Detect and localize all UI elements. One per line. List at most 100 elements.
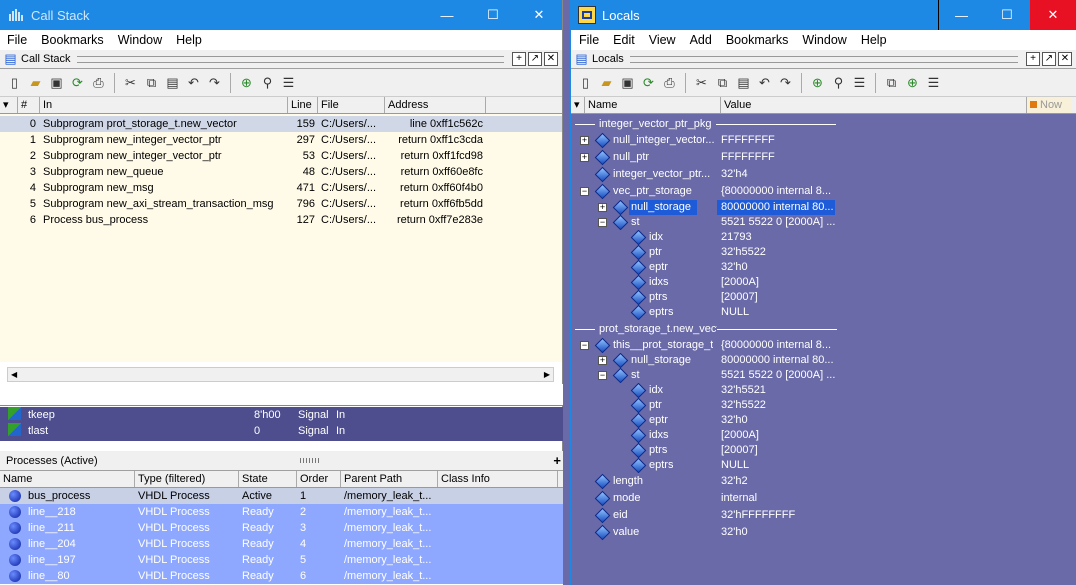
table-row[interactable]: 6 Process bus_process 127 C:/Users/... r…	[0, 212, 562, 228]
col-state[interactable]: State	[239, 471, 297, 487]
menu-add[interactable]: Add	[683, 33, 719, 47]
sort-arrow-icon[interactable]: ▾	[0, 97, 18, 113]
tree-section[interactable]: prot_storage_t.new_vect	[571, 321, 1076, 337]
dock-icon[interactable]: +	[1026, 52, 1040, 66]
panel-close-icon[interactable]: ✕	[544, 52, 558, 66]
undo-icon[interactable]: ↶	[185, 74, 203, 92]
tree-item[interactable]: + null_ptr FFFFFFFF	[571, 149, 1076, 166]
paste-icon[interactable]: ▤	[164, 74, 182, 92]
find-icon[interactable]: ⚲	[259, 74, 277, 92]
scroll-right-icon[interactable]: ▶	[541, 370, 553, 379]
tree-section[interactable]: integer_vector_ptr_pkg	[571, 116, 1076, 132]
save-icon[interactable]: ▣	[619, 74, 637, 92]
sort-arrow-icon[interactable]: ▾	[571, 97, 585, 113]
expand-icon[interactable]: +	[580, 153, 593, 162]
add-icon[interactable]: ⊕	[809, 74, 827, 92]
menu-file[interactable]: File	[0, 33, 34, 47]
close-button[interactable]: ✕	[516, 0, 562, 30]
redo-icon[interactable]: ↷	[206, 74, 224, 92]
add-item-icon[interactable]: ⊕	[904, 74, 922, 92]
table-row[interactable]: 1 Subprogram new_integer_vector_ptr 297 …	[0, 132, 562, 148]
menu-bookmarks[interactable]: Bookmarks	[719, 33, 796, 47]
tree-item[interactable]: eptr 32'h0	[571, 260, 1076, 275]
panel-grip[interactable]	[629, 55, 1018, 63]
table-row[interactable]: line__204 VHDL Process Ready 4 /memory_l…	[0, 536, 563, 552]
col-order[interactable]: Order	[297, 471, 341, 487]
open-folder-icon[interactable]: ▰	[598, 74, 616, 92]
save-icon[interactable]: ▣	[48, 74, 66, 92]
tree-item[interactable]: idx 21793	[571, 230, 1076, 245]
expand-icon[interactable]: +	[598, 356, 611, 365]
table-row[interactable]: line__211 VHDL Process Ready 3 /memory_l…	[0, 520, 563, 536]
minimize-button[interactable]: —	[424, 0, 470, 30]
collapse-icon[interactable]: −	[580, 340, 593, 350]
add-icon[interactable]: ⊕	[238, 74, 256, 92]
locals-titlebar[interactable]: Locals — ☐ ✕	[571, 0, 1076, 30]
redo-icon[interactable]: ↷	[777, 74, 795, 92]
menu-bookmarks[interactable]: Bookmarks	[34, 33, 111, 47]
paste-icon[interactable]: ▤	[735, 74, 753, 92]
menu-file[interactable]: File	[572, 33, 606, 47]
list-icon[interactable]: ☰	[280, 74, 298, 92]
copy-values-icon[interactable]: ⧉	[883, 74, 901, 92]
table-row[interactable]: line__80 VHDL Process Ready 6 /memory_le…	[0, 568, 563, 584]
col-in[interactable]: In	[40, 97, 288, 113]
tree-item[interactable]: eptrs NULL	[571, 458, 1076, 473]
reload-icon[interactable]: ⟳	[640, 74, 658, 92]
tree-item[interactable]: length 32'h2	[571, 473, 1076, 490]
list-icon[interactable]: ☰	[851, 74, 869, 92]
print-icon[interactable]: ⎙	[661, 74, 679, 92]
callstack-titlebar[interactable]: Call Stack — ☐ ✕	[0, 0, 562, 30]
menu-window[interactable]: Window	[795, 33, 853, 47]
table-row[interactable]: line__197 VHDL Process Ready 5 /memory_l…	[0, 552, 563, 568]
maximize-button[interactable]: ☐	[984, 0, 1030, 30]
col-num[interactable]: #	[18, 97, 40, 113]
table-row[interactable]: 0 Subprogram prot_storage_t.new_vector 1…	[0, 116, 562, 132]
tree-item[interactable]: eptr 32'h0	[571, 413, 1076, 428]
collapse-icon[interactable]: −	[580, 187, 593, 196]
dock-icon[interactable]: +	[512, 52, 526, 66]
col-line[interactable]: Line	[288, 97, 318, 113]
table-row[interactable]: 5 Subprogram new_axi_stream_transaction_…	[0, 196, 562, 212]
list-view-icon[interactable]: ☰	[925, 74, 943, 92]
tree-item[interactable]: idxs [2000A]	[571, 275, 1076, 290]
signal-row[interactable]: tkeep 8'h00 Signal In	[0, 407, 563, 423]
tree-item[interactable]: eptrs NULL	[571, 305, 1076, 320]
find-icon[interactable]: ⚲	[830, 74, 848, 92]
menu-view[interactable]: View	[642, 33, 683, 47]
col-parent-path[interactable]: Parent Path	[341, 471, 438, 487]
tree-item[interactable]: + null_integer_vector... FFFFFFFF	[571, 132, 1076, 149]
open-folder-icon[interactable]: ▰	[27, 74, 45, 92]
tree-item[interactable]: − st 5521 5522 0 [2000A] ...	[571, 215, 1076, 230]
menu-help[interactable]: Help	[854, 33, 894, 47]
tree-item[interactable]: ptrs [20007]	[571, 443, 1076, 458]
panel-grip[interactable]	[76, 55, 504, 63]
copy-icon[interactable]: ⧉	[714, 74, 732, 92]
tree-item[interactable]: integer_vector_ptr... 32'h4	[571, 166, 1076, 183]
panel-grip[interactable]	[300, 458, 320, 463]
close-button[interactable]: ✕	[1030, 0, 1076, 30]
tree-item[interactable]: mode internal	[571, 490, 1076, 507]
table-row[interactable]: 4 Subprogram new_msg 471 C:/Users/... re…	[0, 180, 562, 196]
tree-item[interactable]: − this__prot_storage_t {80000000 internal …	[571, 337, 1076, 353]
maximize-button[interactable]: ☐	[470, 0, 516, 30]
tree-item[interactable]: idxs [2000A]	[571, 428, 1076, 443]
col-class-info[interactable]: Class Info	[438, 471, 558, 487]
table-row[interactable]: 2 Subprogram new_integer_vector_ptr 53 C…	[0, 148, 562, 164]
copy-icon[interactable]: ⧉	[143, 74, 161, 92]
col-file[interactable]: File	[318, 97, 385, 113]
col-name[interactable]: Name	[0, 471, 135, 487]
col-value[interactable]: Value	[721, 97, 1027, 113]
cut-icon[interactable]: ✂	[122, 74, 140, 92]
undo-icon[interactable]: ↶	[756, 74, 774, 92]
table-row[interactable]: bus_process VHDL Process Active 1 /memor…	[0, 488, 563, 504]
reload-icon[interactable]: ⟳	[69, 74, 87, 92]
menu-help[interactable]: Help	[169, 33, 209, 47]
undock-icon[interactable]: ↗	[1042, 52, 1056, 66]
expand-icon[interactable]: +	[580, 136, 593, 145]
tree-item[interactable]: eid 32'hFFFFFFFF	[571, 507, 1076, 524]
col-address[interactable]: Address	[385, 97, 486, 113]
minimize-button[interactable]: —	[938, 0, 984, 30]
signal-row[interactable]: tlast 0 Signal In	[0, 423, 563, 439]
collapse-icon[interactable]: −	[598, 371, 611, 380]
